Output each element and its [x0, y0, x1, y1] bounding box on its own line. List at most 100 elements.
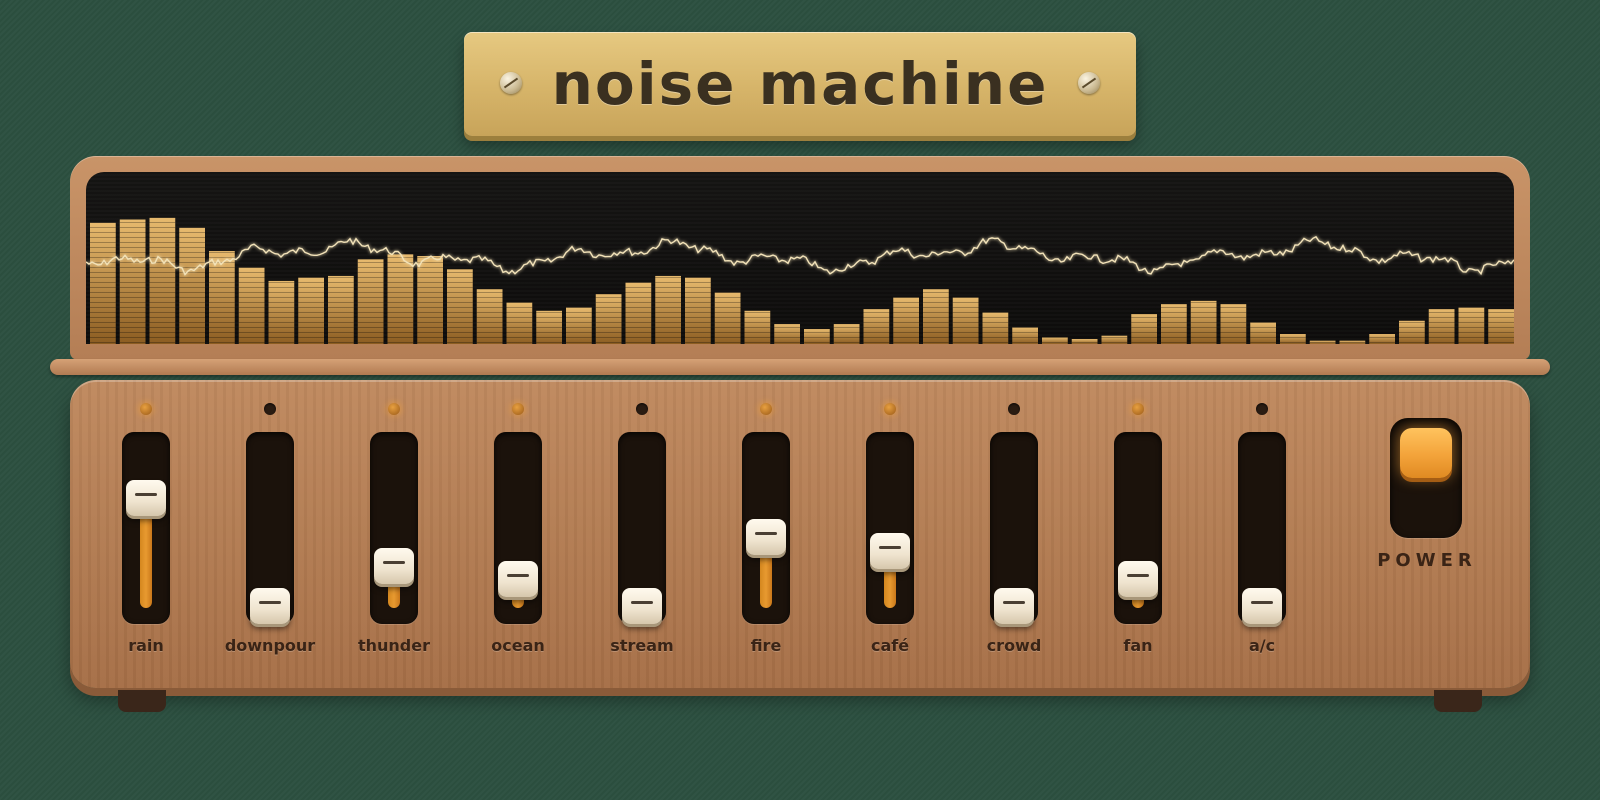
spectrum-bar-segments [1339, 340, 1366, 344]
spectrum-bar-segments [804, 329, 830, 344]
volume-slider[interactable] [122, 432, 170, 624]
nameplate: noise machine [464, 32, 1136, 136]
channel-label: ocean [491, 636, 545, 655]
spectrum-bar-segments [1190, 300, 1217, 344]
spectrum-bar-segments [417, 256, 443, 344]
spectrum-bar-segments [119, 219, 146, 344]
spectrum-bar-segments [209, 251, 235, 344]
slider-knob[interactable] [994, 588, 1034, 624]
spectrum-bar-segments [447, 269, 473, 344]
channel-rain: rain [96, 380, 196, 680]
spectrum-bar-segments [1131, 314, 1157, 344]
spectrum-bar-segments [238, 267, 265, 344]
spectrum-bar-segments [1012, 327, 1038, 344]
spectrum-bar-segments [1399, 320, 1425, 344]
spectrum-bar-segments [1488, 309, 1514, 344]
spectrum-bar-segments [595, 294, 622, 344]
channel-led [760, 403, 772, 415]
channel-led [140, 403, 152, 415]
channel-label: rain [128, 636, 164, 655]
spectrum-bar-segments [982, 312, 1009, 344]
channel-led [388, 403, 400, 415]
channel-label: fire [750, 636, 782, 655]
volume-slider[interactable] [742, 432, 790, 624]
volume-slider[interactable] [1114, 432, 1162, 624]
power-button[interactable] [1400, 428, 1452, 478]
console-foot-right [1434, 690, 1482, 712]
channel-led [512, 403, 524, 415]
channel-a-c: a/c [1212, 380, 1312, 680]
spectrum-bar-segments [1250, 322, 1276, 344]
spectrum-bar-segments [1428, 309, 1455, 344]
spectrum-bar-segments [1280, 334, 1306, 344]
spectrum-bar-segments [536, 310, 562, 344]
spectrum-bar-segments [714, 292, 741, 344]
channel-caf: café [840, 380, 940, 680]
spectrum-bar-segments [952, 297, 979, 344]
spectrum-display [86, 172, 1514, 344]
spectrum-bar-segments [774, 324, 800, 344]
channel-led [1256, 403, 1268, 415]
display-frame [70, 156, 1530, 360]
spectrum-bar-segments [1458, 307, 1485, 344]
slider-knob[interactable] [1118, 561, 1158, 597]
spectrum-bar-segments [655, 275, 681, 344]
spectrum-bar-segments [90, 222, 116, 344]
volume-slider[interactable] [246, 432, 294, 624]
spectrum-bar-segments [268, 280, 295, 344]
spectrum-bar-segments [1161, 304, 1187, 344]
channel-led [636, 403, 648, 415]
spectrum-bar-segments [298, 277, 324, 344]
screw-icon [1078, 72, 1100, 94]
channel-downpour: downpour [220, 380, 320, 680]
spectrum-bar-segments [1042, 337, 1068, 344]
volume-slider[interactable] [370, 432, 418, 624]
slider-knob[interactable] [250, 588, 290, 624]
volume-slider[interactable] [866, 432, 914, 624]
waveform-trace [86, 235, 1514, 276]
spectrum-bar-segments [685, 277, 711, 344]
spectrum-bar-segments [1071, 339, 1098, 344]
spectrum-bar-segments [149, 217, 176, 344]
channel-fire: fire [716, 380, 816, 680]
power-label: POWER [1377, 550, 1477, 571]
volume-slider[interactable] [494, 432, 542, 624]
spectrum-bar-segments [387, 254, 414, 344]
slider-knob[interactable] [1242, 588, 1282, 624]
display-shelf [50, 359, 1550, 375]
channel-label: a/c [1248, 636, 1276, 655]
channel-fan: fan [1088, 380, 1188, 680]
volume-slider[interactable] [618, 432, 666, 624]
power-switch-well [1390, 418, 1462, 538]
channel-led [1008, 403, 1020, 415]
channel-label: café [870, 636, 910, 655]
channel-crowd: crowd [964, 380, 1064, 680]
slider-knob[interactable] [374, 547, 414, 584]
slider-knob[interactable] [126, 480, 166, 516]
spectrum-bar-segments [744, 310, 771, 344]
spectrum-bar-segments [625, 282, 652, 344]
volume-slider[interactable] [990, 432, 1038, 624]
spectrum-bar-segments [506, 302, 533, 344]
volume-slider[interactable] [1238, 432, 1286, 624]
spectrum-bar-segments [923, 289, 949, 344]
spectrum-bar-segments [1369, 334, 1395, 344]
channel-ocean: ocean [468, 380, 568, 680]
channel-led [884, 403, 896, 415]
console-foot-left [118, 690, 166, 712]
slider-knob[interactable] [746, 519, 786, 555]
spectrum-bar-segments [1309, 340, 1336, 344]
slider-knob[interactable] [622, 588, 662, 624]
channel-label: stream [610, 636, 674, 655]
channel-led [1132, 403, 1144, 415]
spectrum-bar-segments [1220, 304, 1247, 344]
channel-label: downpour [224, 636, 316, 655]
slider-knob[interactable] [870, 532, 910, 569]
spectrum-bar-segments [179, 227, 205, 344]
channel-label: thunder [357, 636, 430, 655]
channel-label: fan [1123, 636, 1153, 655]
channel-thunder: thunder [344, 380, 444, 680]
slider-knob[interactable] [498, 561, 538, 597]
spectrum-bar-segments [328, 275, 354, 344]
spectrum-bar-segments [357, 259, 384, 344]
